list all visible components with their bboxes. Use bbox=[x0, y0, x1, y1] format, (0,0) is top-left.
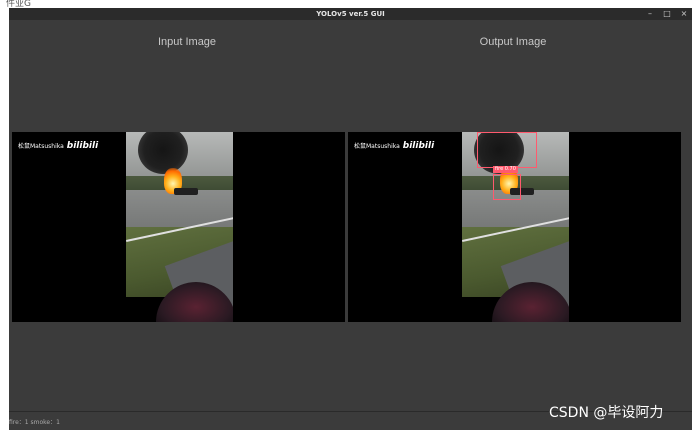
detection-label: fire 0.70 bbox=[493, 166, 518, 173]
csdn-watermark: CSDN @毕设阿力 bbox=[549, 405, 664, 421]
burning-car bbox=[174, 188, 198, 195]
output-image-label: Output Image bbox=[479, 36, 547, 48]
input-image-label: Input Image bbox=[157, 36, 217, 48]
bilibili-logo: bilibili bbox=[402, 141, 435, 151]
watermark-author: 松鼠Matsushika bbox=[18, 143, 64, 150]
output-image-panel[interactable]: 松鼠Matsushika bilibili fire 0.70 bbox=[348, 132, 681, 322]
status-text: fire：1 smoke：1 bbox=[9, 419, 60, 426]
app-window: YOLOv5 ver.5 GUI – □ × Input Image Outpu… bbox=[9, 8, 692, 430]
output-photo: fire 0.70 bbox=[462, 132, 569, 322]
top-strip: 件业G bbox=[0, 0, 700, 9]
title-bar: YOLOv5 ver.5 GUI – □ × bbox=[9, 8, 692, 20]
video-watermark: 松鼠Matsushika bilibili bbox=[354, 141, 434, 151]
video-watermark: 松鼠Matsushika bilibili bbox=[18, 141, 98, 151]
input-photo bbox=[126, 132, 233, 322]
maximize-button[interactable]: □ bbox=[659, 8, 675, 20]
smoke-bounding-box bbox=[477, 132, 537, 168]
bilibili-logo: bilibili bbox=[66, 141, 99, 151]
fire-bounding-box bbox=[493, 174, 521, 200]
minimize-button[interactable]: – bbox=[642, 8, 658, 20]
close-button[interactable]: × bbox=[676, 8, 692, 20]
input-image-panel[interactable]: 松鼠Matsushika bilibili bbox=[12, 132, 345, 322]
watermark-author: 松鼠Matsushika bbox=[354, 143, 400, 150]
window-title: YOLOv5 ver.5 GUI bbox=[316, 10, 385, 18]
